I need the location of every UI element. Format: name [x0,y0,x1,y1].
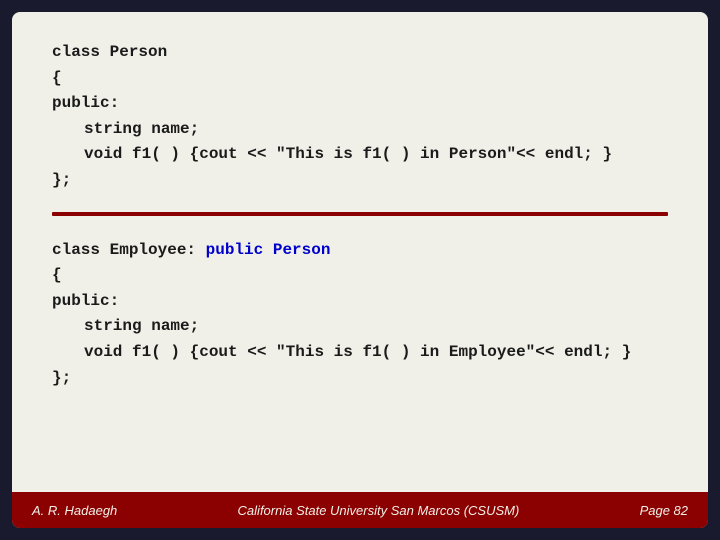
footer-institution: California State University San Marcos (… [238,503,520,518]
footer: A. R. Hadaegh California State Universit… [12,492,708,528]
footer-page: Page 82 [640,503,688,518]
code-line: { [52,263,668,289]
code-line: }; [52,168,668,194]
code-line: class Employee: public Person [52,238,668,264]
code-line: string name; [52,117,668,143]
code-line: void f1( ) {cout << "This is f1( ) in Em… [52,340,668,366]
code-block-2: class Employee: public Person { public: … [52,238,668,392]
divider [52,212,668,216]
code-block-1: class Person { public: string name; void… [52,40,668,194]
slide: class Person { public: string name; void… [12,12,708,528]
code-line: public: [52,91,668,117]
slide-content: class Person { public: string name; void… [12,12,708,492]
code-line: void f1( ) {cout << "This is f1( ) in Pe… [52,142,668,168]
code-line: { [52,66,668,92]
code-line: public: [52,289,668,315]
footer-author: A. R. Hadaegh [32,503,117,518]
highlight-public-person: public Person [206,241,331,259]
code-line: string name; [52,314,668,340]
code-line: }; [52,366,668,392]
code-line: class Person [52,40,668,66]
